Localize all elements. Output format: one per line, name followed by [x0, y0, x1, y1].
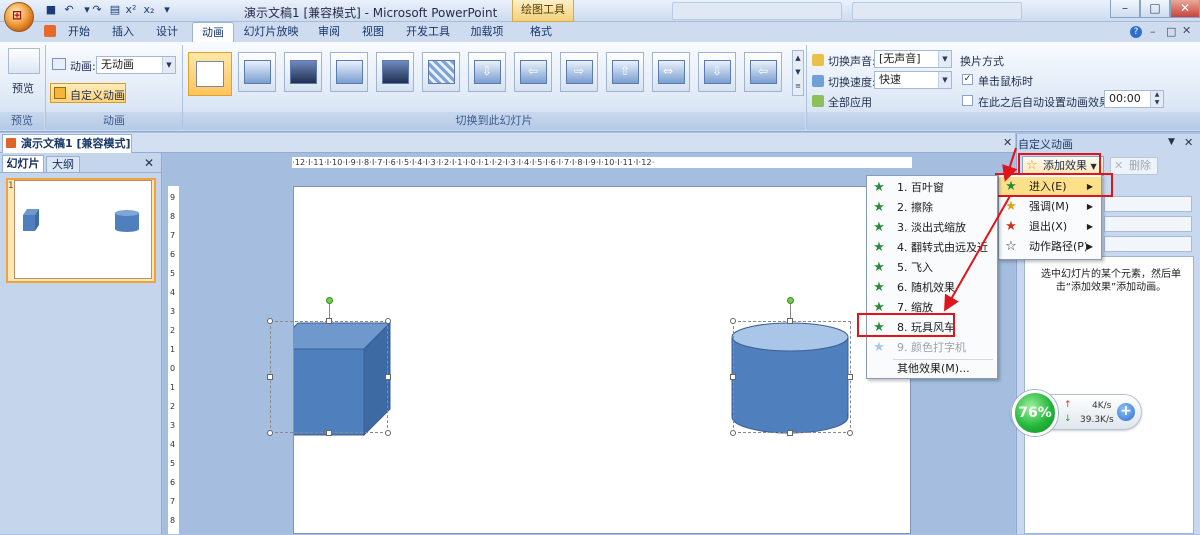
upload-speed: 4K/s: [1092, 401, 1112, 411]
arrow-to-entrance: [1002, 147, 1018, 182]
download-speed: 39.3K/s: [1080, 415, 1114, 425]
plus-icon[interactable]: +: [1117, 403, 1135, 421]
network-percent[interactable]: 76%: [1012, 390, 1058, 436]
annotation-arrows: [944, 147, 1018, 312]
download-arrow-icon: ↓: [1064, 414, 1072, 424]
arrow-to-pinwheel: [944, 195, 1011, 312]
office-button[interactable]: ⊞: [4, 2, 34, 32]
upload-arrow-icon: ↑: [1064, 400, 1072, 410]
office-logo-icon: ⊞: [12, 8, 23, 22]
